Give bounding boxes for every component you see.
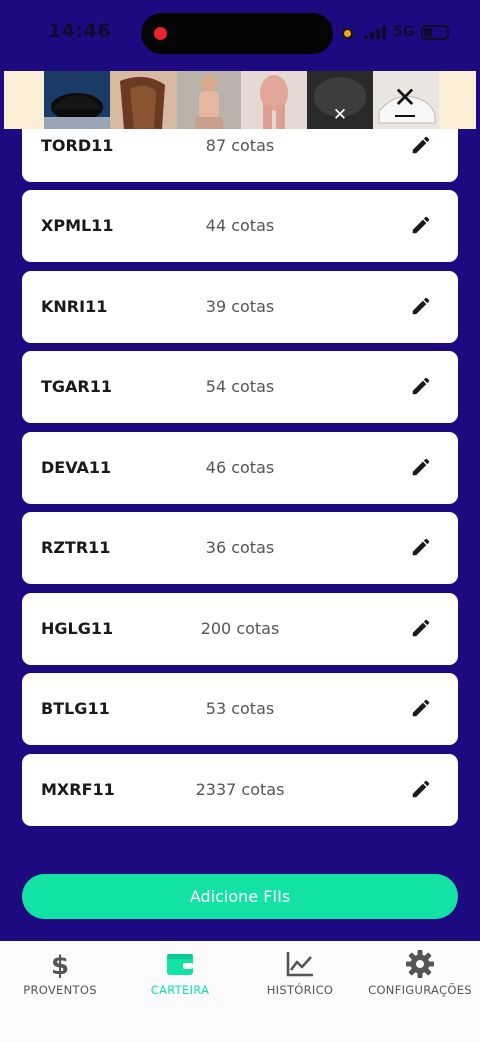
ad-logo-underline xyxy=(395,115,415,117)
fii-quantity: 36 cotas xyxy=(205,538,275,557)
chart-line-icon xyxy=(286,952,313,977)
edit-pencil-icon[interactable] xyxy=(410,295,432,317)
nav-item-configuracoes[interactable]: CONFIGURAÇÕES xyxy=(360,949,480,997)
signal-strength-icon xyxy=(364,26,386,39)
fii-card[interactable]: MXRF11 2337 cotas xyxy=(22,754,458,826)
nav-label: HISTÓRICO xyxy=(266,983,334,997)
nav-label: CONFIGURAÇÕES xyxy=(368,983,472,997)
svg-text:$: $ xyxy=(51,951,69,979)
bottom-nav: $ PROVENTOS CARTEIRA HISTÓRICO CONFIGURA… xyxy=(0,941,480,1042)
fii-quantity: 53 cotas xyxy=(205,699,275,718)
fii-card[interactable]: BTLG11 53 cotas xyxy=(22,673,458,745)
edit-pencil-icon[interactable] xyxy=(410,456,432,478)
edit-pencil-icon[interactable] xyxy=(410,778,432,800)
microphone-indicator-icon xyxy=(342,28,353,39)
battery-icon xyxy=(421,25,449,40)
fii-card[interactable]: KNRI11 39 cotas xyxy=(22,271,458,343)
fii-card[interactable]: XPML11 44 cotas xyxy=(22,190,458,262)
close-icon[interactable]: ✕ xyxy=(331,106,349,124)
ad-logo-x-icon: ✕ xyxy=(393,81,417,114)
gear-icon xyxy=(406,950,434,978)
edit-pencil-icon[interactable] xyxy=(410,617,432,639)
ad-image-cap[interactable] xyxy=(44,71,110,129)
status-time: 14:46 xyxy=(48,20,111,42)
network-type: 5G xyxy=(393,24,415,40)
fii-quantity: 54 cotas xyxy=(205,377,275,396)
edit-pencil-icon[interactable] xyxy=(410,134,432,156)
nav-label: PROVENTOS xyxy=(23,983,97,997)
fii-quantity: 44 cotas xyxy=(205,216,275,235)
fii-card[interactable]: RZTR11 36 cotas xyxy=(22,512,458,584)
status-indicators: 5G xyxy=(342,22,457,44)
edit-pencil-icon[interactable] xyxy=(410,697,432,719)
status-bar: 14:46 5G xyxy=(0,0,480,68)
fii-card[interactable]: DEVA11 46 cotas xyxy=(22,432,458,504)
fii-quantity: 2337 cotas xyxy=(195,780,285,799)
fii-card[interactable]: HGLG11 200 cotas xyxy=(22,593,458,665)
fii-card[interactable]: TGAR11 54 cotas xyxy=(22,351,458,423)
fii-quantity: 87 cotas xyxy=(205,136,275,155)
wallet-icon xyxy=(167,954,193,975)
nav-label: CARTEIRA xyxy=(150,983,210,997)
fii-quantity: 46 cotas xyxy=(205,458,275,477)
edit-pencil-icon[interactable] xyxy=(410,214,432,236)
nav-item-carteira[interactable]: CARTEIRA xyxy=(120,949,240,997)
ad-banner[interactable]: ✕ ✕ xyxy=(4,71,476,129)
ad-image-person-1[interactable] xyxy=(177,71,241,129)
nav-item-historico[interactable]: HISTÓRICO xyxy=(240,949,360,997)
dynamic-island xyxy=(141,13,333,54)
edit-pencil-icon[interactable] xyxy=(410,536,432,558)
fii-quantity: 200 cotas xyxy=(200,619,280,638)
ad-image-hair[interactable] xyxy=(110,71,177,129)
fii-quantity: 39 cotas xyxy=(205,297,275,316)
nav-item-proventos[interactable]: $ PROVENTOS xyxy=(0,949,120,997)
add-fiis-button[interactable]: Adicione FIIs xyxy=(22,874,458,919)
recording-indicator-icon xyxy=(154,27,167,40)
dollar-icon: $ xyxy=(51,951,69,979)
edit-pencil-icon[interactable] xyxy=(410,375,432,397)
ad-image-person-2[interactable] xyxy=(241,71,307,129)
